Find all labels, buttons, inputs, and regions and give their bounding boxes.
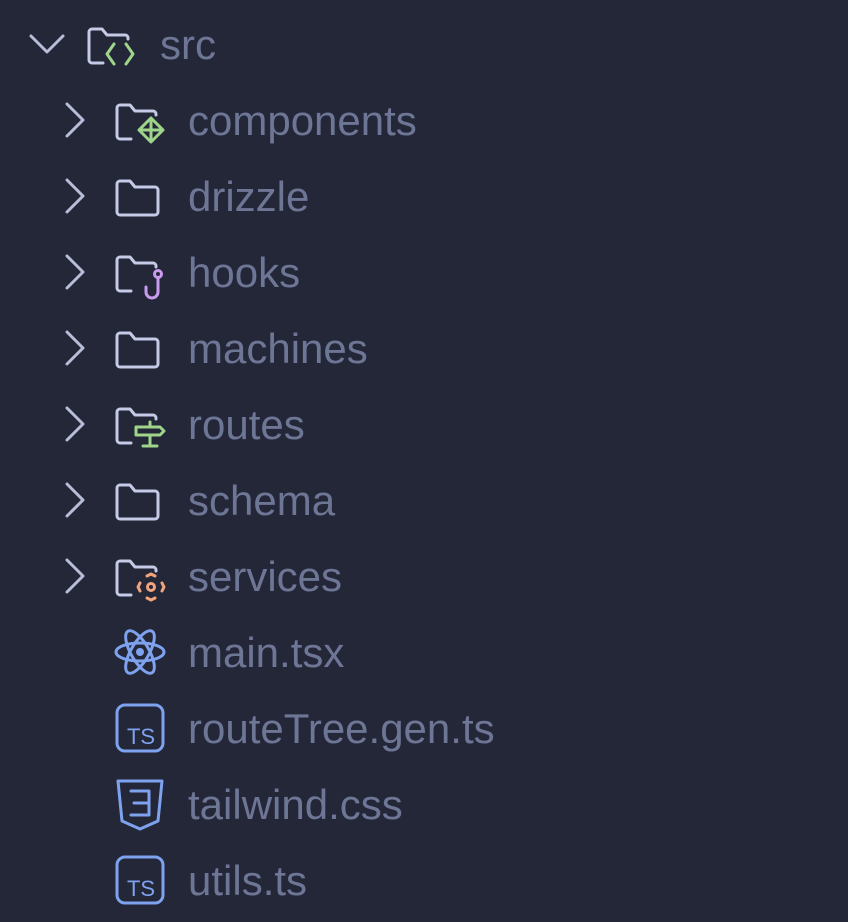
file-explorer-tree: src components drizzle hooks machines ro… <box>0 0 848 922</box>
tree-item-label: src <box>160 21 216 68</box>
tree-item-src[interactable]: src <box>0 5 848 81</box>
tree-item-label: routeTree.gen.ts <box>188 705 495 752</box>
tree-item-label: routes <box>188 401 305 448</box>
tree-item-tailwind-css[interactable]: tailwind.css <box>0 765 848 841</box>
tree-item-components[interactable]: components <box>0 81 848 157</box>
chevron-right-icon[interactable] <box>55 176 95 216</box>
folder-routes-icon <box>110 398 166 450</box>
folder-services-icon <box>110 550 166 602</box>
folder-icon <box>110 474 166 526</box>
tree-item-label: services <box>188 553 343 600</box>
chevron-right-icon[interactable] <box>55 328 95 368</box>
tree-item-machines[interactable]: machines <box>0 309 848 385</box>
tree-item-schema[interactable]: schema <box>0 461 848 537</box>
chevron-right-icon[interactable] <box>55 556 95 596</box>
folder-source-icon <box>82 18 138 70</box>
tree-item-hooks[interactable]: hooks <box>0 233 848 309</box>
folder-components-icon <box>110 94 166 146</box>
folder-hooks-icon <box>110 246 166 300</box>
chevron-right-icon[interactable] <box>55 480 95 520</box>
svg-text:TS: TS <box>127 876 155 901</box>
tree-item-label: drizzle <box>188 173 310 220</box>
typescript-file-icon: TS <box>110 702 166 754</box>
chevron-right-icon[interactable] <box>55 404 95 444</box>
tree-item-drizzle[interactable]: drizzle <box>0 157 848 233</box>
tree-item-label: utils.ts <box>188 857 308 904</box>
chevron-right-icon[interactable] <box>55 252 95 292</box>
chevron-down-icon[interactable] <box>27 24 67 64</box>
react-file-icon <box>110 626 166 678</box>
typescript-file-icon: TS <box>110 854 166 906</box>
tree-item-routetree-gen-ts[interactable]: TS routeTree.gen.ts <box>0 689 848 765</box>
folder-icon <box>110 170 166 222</box>
chevron-right-icon[interactable] <box>55 100 95 140</box>
tree-item-label: main.tsx <box>188 629 345 676</box>
tree-item-label: hooks <box>188 249 301 296</box>
tree-item-label: tailwind.css <box>188 781 403 828</box>
svg-text:TS: TS <box>127 724 155 749</box>
tree-item-routes[interactable]: routes <box>0 385 848 461</box>
tree-item-services[interactable]: services <box>0 537 848 613</box>
css-file-icon <box>110 778 166 831</box>
tree-item-label: schema <box>188 477 336 524</box>
tree-item-utils-ts[interactable]: TS utils.ts <box>0 841 848 917</box>
tree-item-label: components <box>188 97 417 144</box>
folder-icon <box>110 322 166 374</box>
tree-item-main-tsx[interactable]: main.tsx <box>0 613 848 689</box>
tree-item-label: machines <box>188 325 368 372</box>
